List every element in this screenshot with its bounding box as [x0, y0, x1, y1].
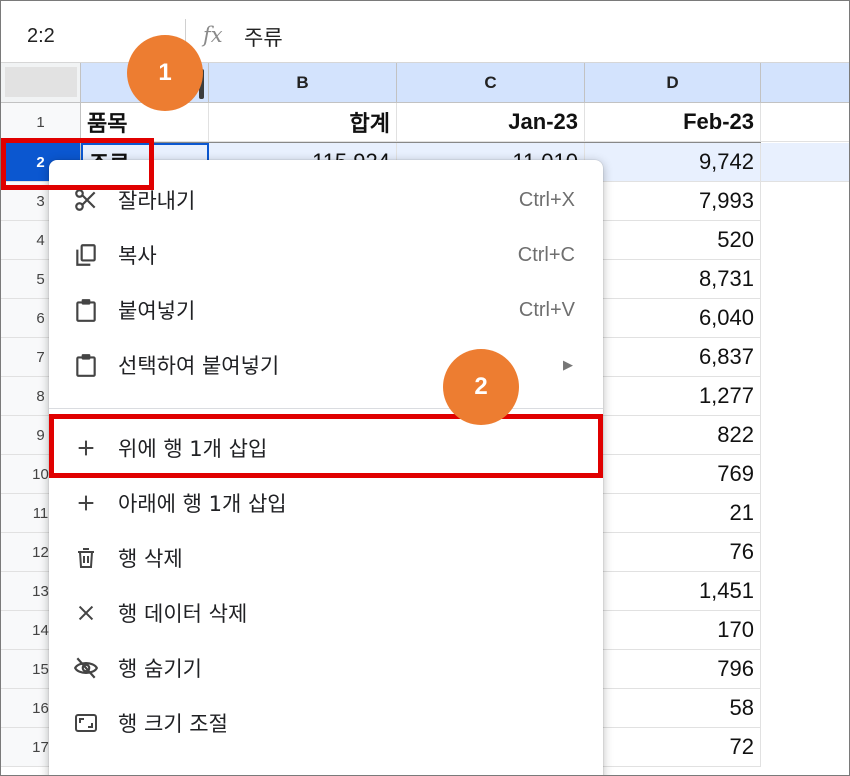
cell-d[interactable]: 72: [585, 728, 761, 767]
menu-item-shortcut: Ctrl+C: [517, 243, 575, 266]
menu-item-insert-row-below[interactable]: 아래에 행 1개 삽입: [49, 479, 603, 527]
cell-d[interactable]: 1,451: [585, 572, 761, 611]
row-header[interactable]: 1: [1, 103, 81, 142]
column-header-b[interactable]: B: [209, 63, 397, 103]
menu-item-label: 선택하여 붙여넣기: [118, 354, 280, 378]
menu-item-label: 복사: [118, 244, 157, 268]
menu-item-copy[interactable]: 복사 Ctrl+C: [49, 231, 603, 279]
column-header-e[interactable]: [761, 63, 849, 103]
cell-d[interactable]: 21: [585, 494, 761, 533]
cell-d[interactable]: 1,277: [585, 377, 761, 416]
menu-item-paste[interactable]: 붙여넣기 Ctrl+V: [49, 286, 603, 334]
cell-d1[interactable]: Feb-23: [585, 103, 761, 142]
menu-item-label: 행 숨기기: [118, 657, 202, 681]
menu-item-delete-row[interactable]: 행 삭제: [49, 534, 603, 582]
fx-icon: fx: [203, 23, 223, 47]
step-badge-2: 2: [443, 349, 519, 425]
cell-d[interactable]: 7,993: [585, 182, 761, 221]
formula-bar: 2:2 fx 주류: [1, 1, 849, 63]
copy-icon: [71, 240, 101, 270]
menu-item-label: 아래에 행 1개 삽입: [118, 492, 287, 516]
formula-input[interactable]: 주류: [244, 22, 283, 52]
cell-c1[interactable]: Jan-23: [397, 103, 585, 142]
cell-d[interactable]: 170: [585, 611, 761, 650]
menu-item-label: 행 데이터 삭제: [118, 602, 248, 626]
cell-d[interactable]: 520: [585, 221, 761, 260]
spreadsheet-window: 2:2 fx 주류 B C D 1 품목 합계 Jan-23 Feb-23 2 …: [0, 0, 850, 776]
column-header-d[interactable]: D: [585, 63, 761, 103]
cell-e2[interactable]: [761, 143, 849, 182]
cell-d2[interactable]: 9,742: [585, 143, 761, 182]
clipboard-icon: [71, 350, 101, 380]
submenu-arrow-icon: ▶: [563, 357, 573, 373]
highlight-box-row-header: [1, 138, 154, 190]
close-icon: [71, 598, 101, 628]
menu-item-label: 행 삭제: [118, 547, 183, 571]
menu-item-label: 붙여넣기: [118, 299, 196, 323]
cell-d[interactable]: 58: [585, 689, 761, 728]
clipboard-icon: [71, 295, 101, 325]
menu-item-resize-row[interactable]: 행 크기 조절: [49, 699, 603, 747]
cell-a1[interactable]: 품목: [81, 103, 209, 142]
name-box[interactable]: 2:2: [27, 25, 55, 48]
cell-d[interactable]: 6,837: [585, 338, 761, 377]
step-badge-1: 1: [127, 35, 203, 111]
cell-d[interactable]: 822: [585, 416, 761, 455]
menu-separator: [49, 408, 603, 409]
menu-item-shortcut: Ctrl+V: [518, 298, 575, 321]
menu-item-shortcut: Ctrl+X: [518, 188, 575, 211]
cell-d[interactable]: 6,040: [585, 299, 761, 338]
cell-d[interactable]: 8,731: [585, 260, 761, 299]
cell-d[interactable]: 76: [585, 533, 761, 572]
trash-icon: [71, 543, 101, 573]
menu-item-label: 행 크기 조절: [118, 712, 228, 736]
cell-d[interactable]: 796: [585, 650, 761, 689]
menu-item-paste-special[interactable]: 선택하여 붙여넣기 ▶: [49, 341, 603, 389]
column-header-c[interactable]: C: [397, 63, 585, 103]
corner-highlight: [5, 67, 77, 97]
cell-e1[interactable]: [761, 103, 849, 142]
plus-icon: [71, 488, 101, 518]
resize-icon: [71, 708, 101, 738]
eye-off-icon: [71, 653, 101, 683]
highlight-box-insert-above: [49, 414, 603, 478]
menu-item-clear-row[interactable]: 행 데이터 삭제: [49, 589, 603, 637]
menu-item-hide-row[interactable]: 행 숨기기: [49, 644, 603, 692]
cell-b1[interactable]: 합계: [209, 103, 397, 142]
cell-d[interactable]: 769: [585, 455, 761, 494]
